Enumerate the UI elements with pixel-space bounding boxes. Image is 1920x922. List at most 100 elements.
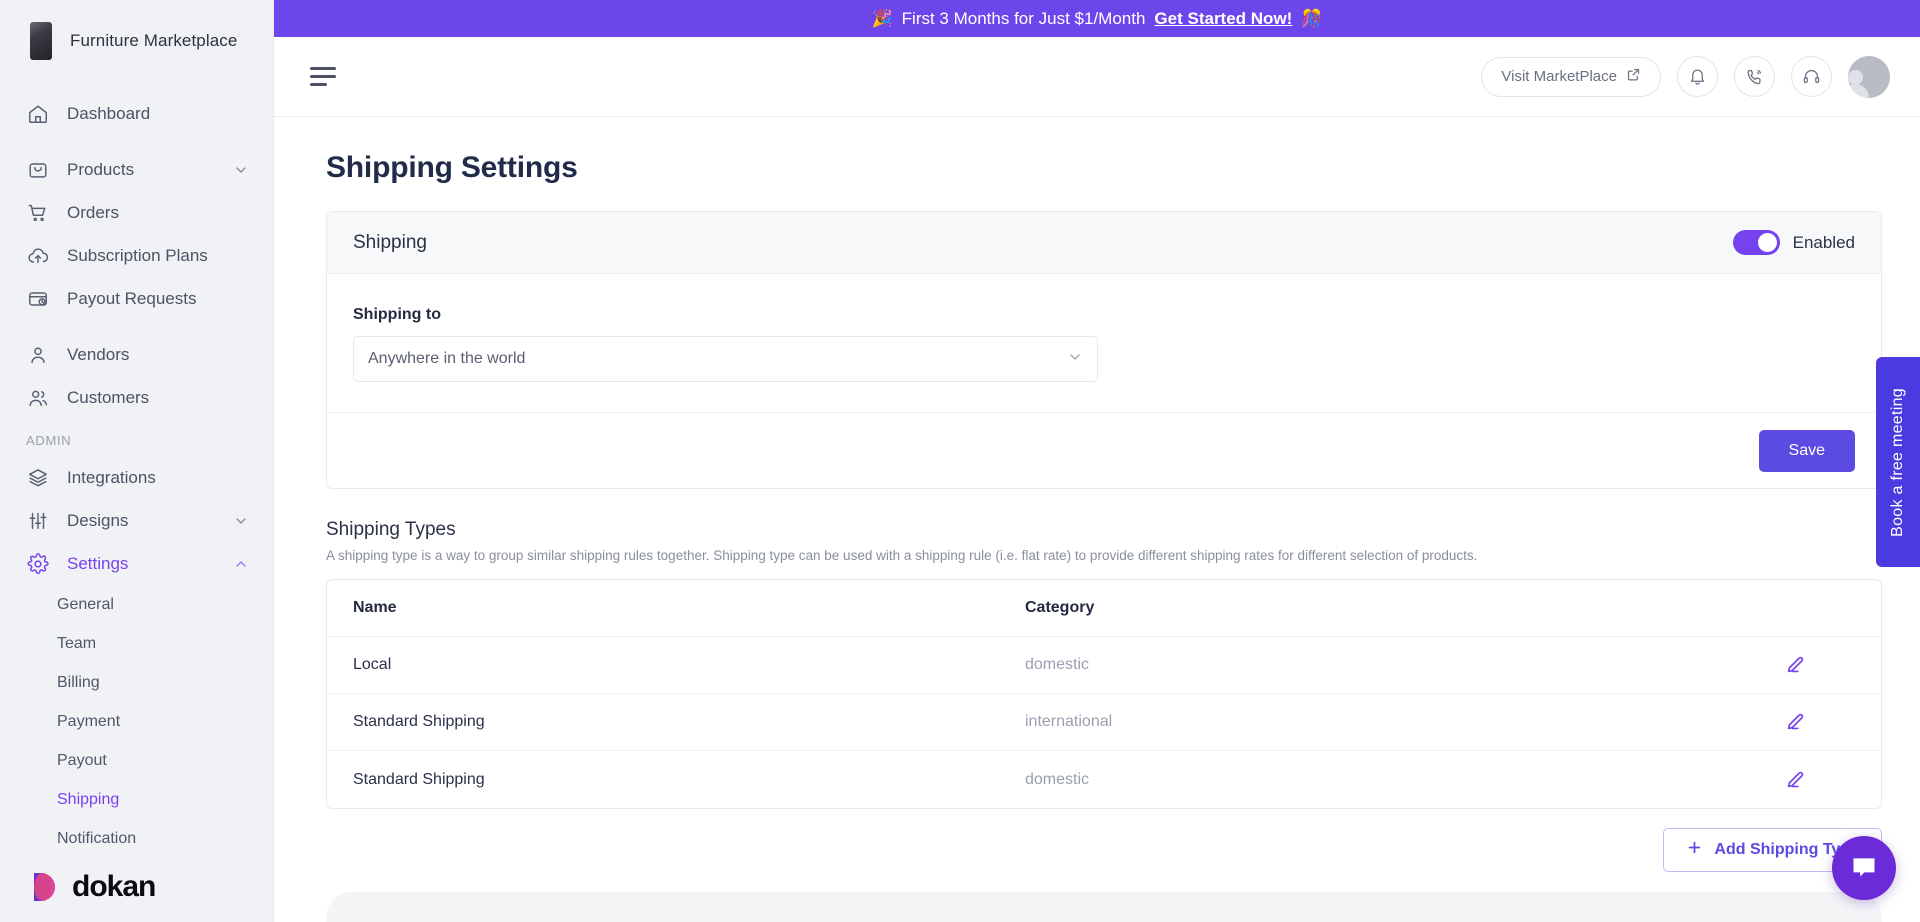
topbar: Visit MarketPlace [274,37,1920,117]
shipping-to-label: Shipping to [353,306,441,323]
sidebar-subitem-team[interactable]: Team [0,624,273,663]
cell-name: Standard Shipping [353,770,485,788]
cloud-upload-icon [26,244,50,268]
promo-link[interactable]: Get Started Now! [1154,9,1292,29]
cell-category: domestic [1025,656,1090,673]
users-icon [26,386,50,410]
bottom-panel [326,892,1882,922]
sidebar-item-orders[interactable]: Orders [0,191,273,234]
cell-actions [1735,649,1855,681]
sidebar-footer: dokan [0,860,273,914]
cell-category: domestic [1025,770,1090,788]
visit-marketplace-label: Visit MarketPlace [1501,68,1617,85]
topbar-actions: Visit MarketPlace [1481,55,1890,98]
sidebar-subitem-general[interactable]: General [0,585,273,624]
sidebar-subitem-payment[interactable]: Payment [0,702,273,741]
avatar[interactable] [1848,55,1890,98]
sidebar-item-integrations[interactable]: Integrations [0,456,273,499]
table-row[interactable]: Standard Shipping international [327,694,1881,751]
dokan-logo [28,870,62,904]
bell-icon[interactable] [1677,56,1718,97]
sidebar-item-label: Customers [67,387,150,407]
sidebar-item-label: Integrations [67,467,156,487]
chat-bubble-icon[interactable] [1832,836,1896,900]
sidebar-item-subscription-plans[interactable]: Subscription Plans [0,234,273,277]
home-icon [26,102,50,126]
table-row[interactable]: Local domestic [327,637,1881,694]
cell-actions [1735,706,1855,738]
sidebar-nav: Dashboard Products Orders Subscription P… [0,70,273,858]
sidebar-item-products[interactable]: Products [0,148,273,191]
shipping-types-description: A shipping type is a way to group simila… [326,548,1478,563]
sidebar-item-customers[interactable]: Customers [0,376,273,419]
cell-actions [1735,764,1855,796]
brand[interactable]: Furniture Marketplace [0,0,273,70]
dokan-wordmark: dokan [72,870,156,903]
edit-pencil-icon[interactable] [1779,764,1811,796]
edit-pencil-icon[interactable] [1779,649,1811,681]
shipping-enabled-toggle[interactable] [1732,230,1780,255]
hamburger-icon[interactable] [310,67,336,87]
avatar-head [1848,69,1863,85]
shipping-to-value: Anywhere in the world [368,350,526,367]
sidebar-subitem-shipping[interactable]: Shipping [0,780,273,819]
sidebar-item-label: Designs [67,510,129,530]
brand-name: Furniture Marketplace [70,31,238,50]
sidebar-item-designs[interactable]: Designs [0,499,273,542]
phone-ring-icon[interactable] [1734,56,1775,97]
shipping-card: Shipping Enabled Shipping to Anywhere in… [326,211,1882,489]
sidebar-item-vendors[interactable]: Vendors [0,333,273,376]
save-button[interactable]: Save [1758,429,1855,472]
shipping-to-select[interactable]: Anywhere in the world [353,336,1098,382]
sidebar-item-label: Settings [67,553,129,573]
toggle-knob [1757,233,1777,252]
column-header-category: Category [1025,599,1095,616]
plus-icon [1686,839,1703,861]
sidebar-item-label: Dashboard [67,103,151,123]
page-title: Shipping Settings [326,151,578,184]
party-popper-icon: 🎉 [871,8,893,28]
app-root: Furniture Marketplace Dashboard Products [0,0,1920,922]
cell-category: international [1025,713,1113,730]
chevron-up-icon [233,556,249,572]
shipping-types-title: Shipping Types [326,519,456,540]
sidebar-item-settings[interactable]: Settings [0,542,273,585]
sidebar-item-label: Vendors [67,344,130,364]
shipping-card-footer: Save [327,412,1881,488]
shipping-card-title: Shipping [353,231,427,253]
layers-icon [26,466,50,490]
app-logo [30,22,52,60]
sidebar-item-dashboard[interactable]: Dashboard [0,92,273,135]
promo-text: First 3 Months for Just $1/Month [901,8,1146,28]
sidebar-item-label: Payout Requests [67,288,197,308]
card-clock-icon [26,287,50,311]
sidebar-section-admin: ADMIN [26,433,72,448]
main-area: 🎉 First 3 Months for Just $1/Month Get S… [274,0,1920,922]
sidebar-subitem-billing[interactable]: Billing [0,663,273,702]
shipping-card-body: Shipping to Anywhere in the world [327,274,1881,412]
chevron-down-icon [233,513,249,529]
headset-icon[interactable] [1791,56,1832,97]
sliders-icon [26,509,50,533]
sidebar-item-label: Orders [67,202,119,222]
sidebar-subitem-notification[interactable]: Notification [0,819,273,858]
column-header-name: Name [353,599,397,616]
book-meeting-tab[interactable]: Book a free meeting [1876,357,1920,567]
sidebar-subitem-payout[interactable]: Payout [0,741,273,780]
shipping-types-table: Name Category Local domestic Standard Sh… [326,579,1882,809]
book-meeting-label: Book a free meeting [1889,387,1906,537]
table-row[interactable]: Standard Shipping domestic [327,751,1881,808]
cell-name: Local [353,656,392,673]
sidebar-item-label: Subscription Plans [67,245,208,265]
sidebar-item-label: Products [67,159,135,179]
bag-icon [26,158,50,182]
edit-pencil-icon[interactable] [1779,706,1811,738]
cart-icon [26,201,50,225]
shipping-enabled-label: Enabled [1792,232,1855,252]
sidebar: Furniture Marketplace Dashboard Products [0,0,274,922]
sidebar-item-payout-requests[interactable]: Payout Requests [0,277,273,320]
visit-marketplace-button[interactable]: Visit MarketPlace [1481,56,1661,97]
user-icon [26,343,50,367]
confetti-icon: 🎊 [1301,8,1323,28]
